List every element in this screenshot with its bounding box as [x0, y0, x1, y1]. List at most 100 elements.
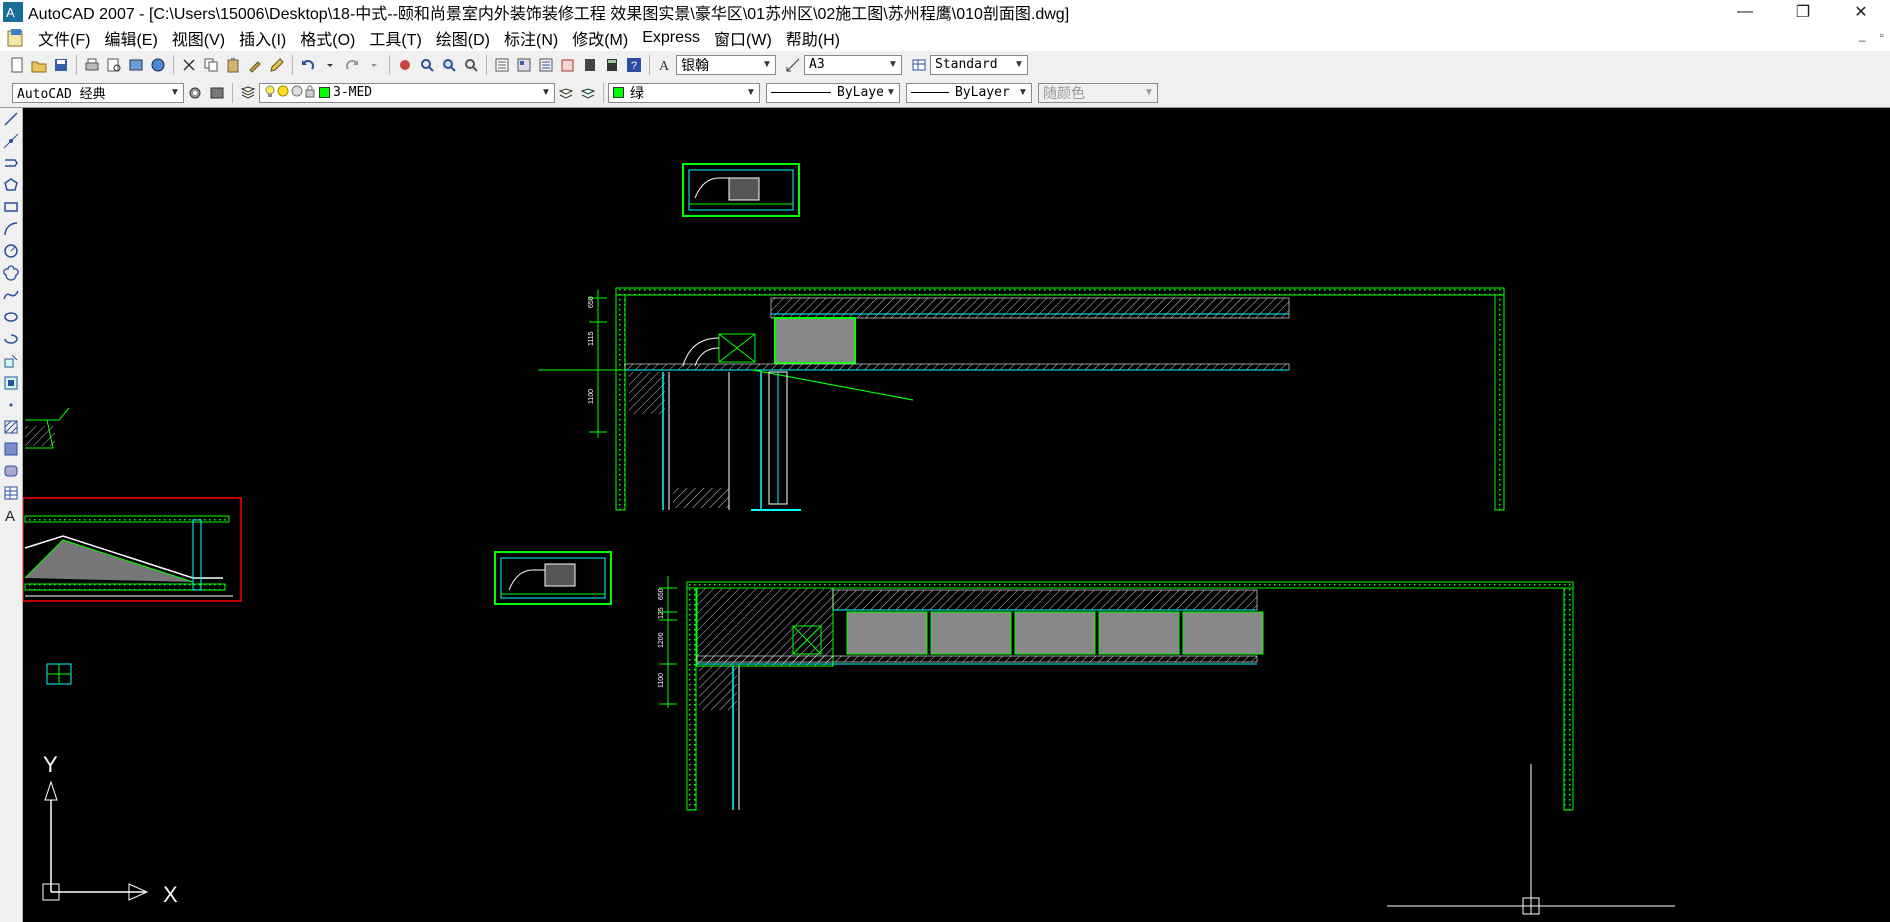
color-swatch [613, 87, 624, 98]
menu-file[interactable]: 文件(F) [32, 26, 98, 50]
table-style-icon[interactable] [910, 56, 928, 74]
table-style-combo[interactable]: Standard ▼ [930, 54, 1028, 75]
section-detail-upper: 650 1115 1100 [538, 287, 1505, 511]
workspace-value: AutoCAD 经典 [17, 87, 106, 102]
insert-block-icon[interactable] [0, 350, 22, 372]
block-editor-icon[interactable] [268, 56, 286, 74]
close-button[interactable]: ✕ [1832, 0, 1890, 24]
new-file-icon[interactable] [8, 56, 26, 74]
menu-insert[interactable]: 插入(I) [233, 26, 294, 50]
dimension-style-combo[interactable]: A3 ▼ [804, 54, 902, 75]
left-partial-detail [23, 407, 242, 685]
text-style-combo[interactable]: 银翰 ▼ [676, 54, 776, 75]
window-controls: — ❐ ✕ [1716, 0, 1890, 24]
model-space[interactable]: 650 1115 1100 650 125 1200 1100 Y X [23, 108, 1890, 922]
sheet-set-manager-icon[interactable] [559, 56, 577, 74]
open-file-icon[interactable] [30, 56, 48, 74]
layer-properties-icon[interactable] [239, 84, 257, 102]
layer-previous-icon[interactable] [579, 84, 597, 102]
dimension-text: 650 [588, 296, 595, 308]
make-block-icon[interactable] [0, 372, 22, 394]
lineweight-combo[interactable]: ByLayer ▼ [906, 82, 1032, 103]
ucs-y-label: Y [43, 752, 58, 777]
circle-icon[interactable] [0, 240, 22, 262]
menu-help[interactable]: 帮助(H) [780, 26, 848, 50]
zoom-realtime-icon[interactable] [418, 56, 436, 74]
text-style-icon[interactable]: A [656, 56, 674, 74]
paste-icon[interactable] [224, 56, 242, 74]
standard-toolbar: ? A 银翰 ▼ A3 ▼ Standard ▼ [0, 51, 1890, 79]
cut-icon[interactable] [180, 56, 198, 74]
dimension-text: 1200 [658, 632, 665, 648]
make-object-layer-current-icon[interactable] [557, 84, 575, 102]
save-icon[interactable] [52, 56, 70, 74]
menu-draw[interactable]: 绘图(D) [430, 26, 498, 50]
menu-edit[interactable]: 编辑(E) [98, 26, 165, 50]
pan-icon[interactable] [396, 56, 414, 74]
lightbulb-icon[interactable] [264, 84, 276, 101]
menu-express[interactable]: Express [636, 29, 708, 47]
help-icon[interactable]: ? [625, 56, 643, 74]
arc-icon[interactable] [0, 218, 22, 240]
spline-icon[interactable] [0, 284, 22, 306]
menu-format[interactable]: 格式(O) [294, 26, 363, 50]
plot-preview-icon[interactable] [105, 56, 123, 74]
document-restore-button[interactable]: ▫ [1880, 28, 1884, 42]
region-icon[interactable] [0, 460, 22, 482]
table-icon[interactable] [0, 482, 22, 504]
redo-dropdown-icon[interactable] [365, 56, 383, 74]
copy-icon[interactable] [202, 56, 220, 74]
workspace-settings-icon[interactable] [186, 84, 204, 102]
zoom-window-icon[interactable] [440, 56, 458, 74]
linetype-combo[interactable]: ByLayer ▼ [766, 82, 900, 103]
design-center-icon[interactable] [515, 56, 533, 74]
polyline-icon[interactable] [0, 152, 22, 174]
match-properties-icon[interactable] [246, 56, 264, 74]
chevron-down-icon: ▼ [759, 55, 775, 74]
plotstyle-combo[interactable]: 随颜色 ▼ [1038, 82, 1158, 103]
line-tool-icon[interactable] [0, 108, 22, 130]
menu-view[interactable]: 视图(V) [166, 26, 233, 50]
lock-icon[interactable] [304, 84, 316, 101]
multiline-text-icon[interactable]: A [0, 504, 22, 526]
polygon-icon[interactable] [0, 174, 22, 196]
point-icon[interactable] [0, 394, 22, 416]
document-icon[interactable] [6, 28, 26, 48]
color-combo[interactable]: 绿 ▼ [608, 82, 760, 103]
publish-icon[interactable] [127, 56, 145, 74]
dimension-style-icon[interactable] [784, 56, 802, 74]
menu-tools[interactable]: 工具(T) [363, 26, 429, 50]
maximize-button[interactable]: ❐ [1774, 0, 1832, 24]
ellipse-arc-icon[interactable] [0, 328, 22, 350]
undo-icon[interactable] [299, 56, 317, 74]
menu-window[interactable]: 窗口(W) [708, 26, 780, 50]
sun-icon[interactable] [276, 84, 290, 101]
drawing-area[interactable]: 650 1115 1100 650 125 1200 1100 Y X [23, 108, 1890, 922]
markup-icon[interactable] [581, 56, 599, 74]
menu-modify[interactable]: 修改(M) [566, 26, 636, 50]
viewport-freeze-icon[interactable] [290, 84, 304, 101]
construction-line-icon[interactable] [0, 130, 22, 152]
workspace-combo[interactable]: AutoCAD 经典 ▼ [12, 82, 184, 103]
tool-palettes-icon[interactable] [537, 56, 555, 74]
document-minimize-button[interactable]: _ [1859, 28, 1866, 42]
layer-combo[interactable]: 3-MED ▼ [259, 82, 555, 103]
my-workspace-icon[interactable] [208, 84, 226, 102]
minimize-button[interactable]: — [1716, 0, 1774, 24]
properties-icon[interactable] [493, 56, 511, 74]
gradient-icon[interactable] [0, 438, 22, 460]
plot-icon[interactable] [83, 56, 101, 74]
3d-dwf-icon[interactable] [149, 56, 167, 74]
quickcalc-icon[interactable] [603, 56, 621, 74]
hatch-icon[interactable] [0, 416, 22, 438]
menu-dimension[interactable]: 标注(N) [498, 26, 566, 50]
chevron-down-icon: ▼ [743, 83, 759, 102]
revision-cloud-icon[interactable] [0, 262, 22, 284]
zoom-previous-icon[interactable] [462, 56, 480, 74]
ellipse-icon[interactable] [0, 306, 22, 328]
rectangle-icon[interactable] [0, 196, 22, 218]
autocad-app-icon[interactable]: A [3, 2, 23, 22]
redo-icon[interactable] [343, 56, 361, 74]
undo-dropdown-icon[interactable] [321, 56, 339, 74]
chevron-down-icon: ▼ [538, 83, 554, 102]
